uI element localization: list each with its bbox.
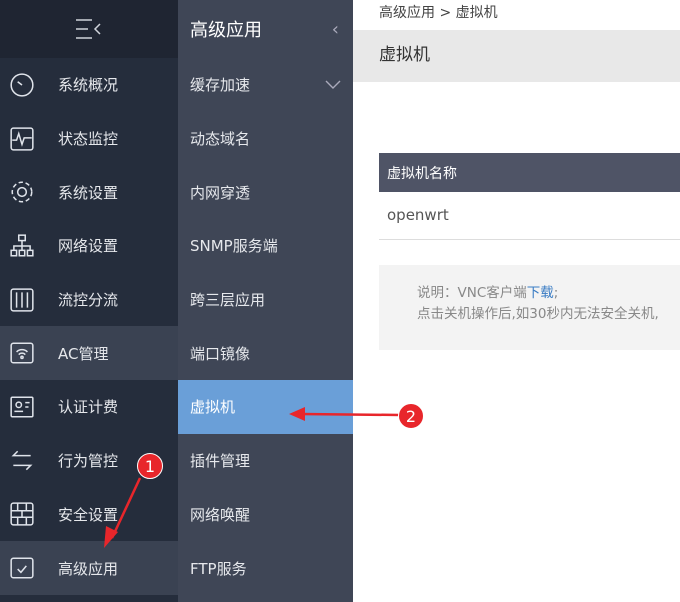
sidebar-item-10[interactable]: 高级应用 xyxy=(0,541,178,595)
sidebar-item-label: 行为管控 xyxy=(58,452,119,471)
submenu-item-label: 跨三层应用 xyxy=(190,291,266,310)
submenu-title: 高级应用 xyxy=(190,20,262,41)
submenu-item-label: 缓存加速 xyxy=(190,76,251,95)
download-link[interactable]: 下载 xyxy=(527,285,554,301)
sidebar-item-7[interactable]: 认证计费 xyxy=(0,380,178,434)
submenu-item-10[interactable]: FTP服务 xyxy=(178,541,353,595)
sidebar-item-label: 认证计费 xyxy=(58,398,119,417)
wifi-icon xyxy=(0,340,58,366)
note-line-2: 点击关机操作后,如30秒内无法安全关机, xyxy=(417,306,659,322)
submenu-item-label: SNMP服务端 xyxy=(190,237,278,256)
gear-icon xyxy=(0,179,58,205)
submenu-item-9[interactable]: 网络唤醒 xyxy=(178,488,353,542)
dashboard-icon xyxy=(0,72,58,98)
sliders-icon xyxy=(0,287,58,313)
sidebar-item-9[interactable]: 安全设置 xyxy=(0,488,178,542)
submenu-item-3[interactable]: 内网穿透 xyxy=(178,165,353,219)
vm-table: 虚拟机名称 openwrt xyxy=(379,153,680,240)
sidebar-item-label: 安全设置 xyxy=(58,505,119,524)
submenu-item-7[interactable]: 虚拟机 xyxy=(178,380,353,434)
id-card-icon xyxy=(0,394,58,420)
note-text: ; xyxy=(553,285,559,301)
secondary-sidebar: 高级应用 ‹ 缓存加速动态域名内网穿透 SNMP服务端 跨三层应用端口镜像虚拟机插件… xyxy=(178,0,353,602)
submenu-item-2[interactable]: 动态域名 xyxy=(178,112,353,166)
submenu-item-label: 虚拟机 xyxy=(190,398,236,417)
sidebar-item-2[interactable]: 状态监控 xyxy=(0,112,178,166)
submenu-item-1[interactable]: 缓存加速 xyxy=(178,58,353,112)
sidebar-item-label: 流控分流 xyxy=(58,291,119,310)
submenu-item-8[interactable]: 插件管理 xyxy=(178,434,353,488)
chevron-down-icon xyxy=(325,80,341,89)
collapse-menu-button[interactable] xyxy=(0,0,178,58)
menu-collapse-icon xyxy=(76,19,101,39)
submenu-item-label: 插件管理 xyxy=(190,452,251,471)
note-box: 说明：VNC客户端下载; 点击关机操作后,如30秒内无法安全关机, xyxy=(379,265,680,350)
checkbox-icon xyxy=(0,555,58,581)
sidebar-item-6[interactable]: AC管理 xyxy=(0,326,178,381)
sidebar-item-label: 系统设置 xyxy=(58,183,119,202)
sidebar-item-label: 网络设置 xyxy=(58,237,119,256)
primary-sidebar: 系统概况状态监控系统设置网络设置流控分流 AC管理认证计费行为管控安全设置高级应用 xyxy=(0,0,178,602)
submenu-item-label: 端口镜像 xyxy=(190,344,251,363)
main-content: 高级应用 > 虚拟机 虚拟机 虚拟机名称 openwrt 说明：VNC客户端下载… xyxy=(353,0,680,602)
breadcrumb: 高级应用 > 虚拟机 xyxy=(379,5,498,21)
table-row[interactable]: openwrt xyxy=(379,192,680,240)
submenu-item-label: 动态域名 xyxy=(190,130,251,149)
sidebar-item-label: 高级应用 xyxy=(58,559,119,578)
note-text: 说明：VNC客户端 xyxy=(417,285,527,301)
chevron-left-icon[interactable]: ‹ xyxy=(332,19,339,40)
arrows-icon xyxy=(0,448,58,474)
monitor-icon xyxy=(0,126,58,152)
submenu-item-5[interactable]: 跨三层应用 xyxy=(178,273,353,327)
annotation-badge-1: 1 xyxy=(137,453,163,479)
column-header-vm-name: 虚拟机名称 xyxy=(379,153,680,192)
firewall-icon xyxy=(0,501,58,527)
sidebar-item-label: 系统概况 xyxy=(58,76,119,95)
sidebar-item-label: AC管理 xyxy=(58,344,109,363)
sidebar-item-label: 状态监控 xyxy=(58,130,119,149)
submenu-item-6[interactable]: 端口镜像 xyxy=(178,326,353,380)
submenu-item-label: FTP服务 xyxy=(190,559,247,578)
sidebar-item-1[interactable]: 系统概况 xyxy=(0,58,178,112)
sidebar-item-5[interactable]: 流控分流 xyxy=(0,273,178,327)
annotation-badge-2: 2 xyxy=(398,403,424,429)
submenu-item-label: 内网穿透 xyxy=(190,183,251,202)
sidebar-item-4[interactable]: 网络设置 xyxy=(0,219,178,273)
page-title: 虚拟机 xyxy=(353,30,680,82)
vm-name-cell: openwrt xyxy=(379,192,680,240)
sidebar-item-3[interactable]: 系统设置 xyxy=(0,165,178,219)
network-icon xyxy=(0,233,58,259)
submenu-item-label: 网络唤醒 xyxy=(190,505,251,524)
submenu-item-4[interactable]: SNMP服务端 xyxy=(178,219,353,273)
